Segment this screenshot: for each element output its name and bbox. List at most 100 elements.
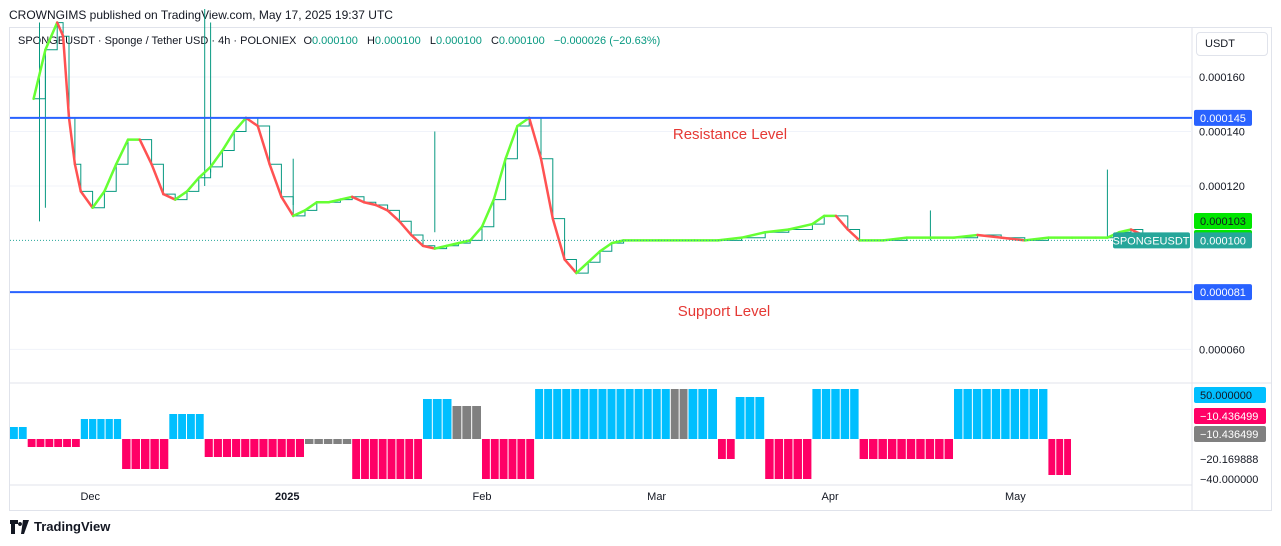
osc-bar <box>1048 439 1056 475</box>
osc-bar <box>472 406 481 439</box>
time-tick-label: 2025 <box>275 491 299 503</box>
osc-bar <box>63 439 71 447</box>
osc-bar <box>698 389 708 439</box>
ma-segment <box>551 217 566 261</box>
osc-bar <box>963 389 972 439</box>
osc-bar <box>323 439 333 444</box>
osc-bar <box>897 439 906 459</box>
osc-bar <box>784 439 793 479</box>
osc-bar <box>432 399 442 439</box>
osc-bar <box>452 406 462 439</box>
osc-bar <box>553 389 562 439</box>
osc-bar <box>80 419 89 439</box>
price-label-text: 0.000145 <box>1200 113 1246 125</box>
osc-bar <box>688 389 698 439</box>
time-tick-label: Mar <box>647 491 666 503</box>
osc-bar <box>54 439 63 447</box>
osc-bar <box>517 439 526 479</box>
ma-segment <box>575 260 590 275</box>
ma-segment <box>67 116 77 166</box>
osc-bar <box>1064 439 1071 475</box>
time-tick-label: Apr <box>822 491 839 503</box>
osc-bar <box>250 439 259 457</box>
osc-bar <box>187 414 195 439</box>
ma-segment <box>539 157 555 220</box>
price-label-text: 0.000103 <box>1200 216 1246 228</box>
osc-bar <box>241 439 250 457</box>
osc-bar <box>105 419 113 439</box>
osc-bar <box>490 439 499 479</box>
osc-bar <box>342 439 352 444</box>
osc-bar <box>607 389 616 439</box>
osc-bar <box>718 439 726 459</box>
osc-bar <box>259 439 268 457</box>
osc-bar <box>526 439 535 479</box>
osc-bar <box>314 439 323 444</box>
time-tick-label: Dec <box>80 491 100 503</box>
osc-bar <box>544 389 553 439</box>
ma-segment <box>173 190 189 201</box>
osc-bar <box>195 414 204 439</box>
osc-bar <box>89 419 97 439</box>
osc-bar <box>643 389 652 439</box>
osc-bar <box>887 439 897 459</box>
osc-bar <box>499 439 508 479</box>
osc-bar <box>333 439 342 444</box>
price-tick-label: 0.000140 <box>1199 126 1245 138</box>
osc-bar <box>122 439 131 469</box>
osc-bar <box>679 389 688 439</box>
ma-segment <box>504 124 519 160</box>
support-label: Support Level <box>678 303 771 320</box>
osc-tick-label: −10.436499 <box>1200 411 1258 423</box>
ma-segment <box>44 21 59 52</box>
osc-bar <box>840 389 850 439</box>
osc-bar <box>423 399 432 439</box>
osc-bar <box>745 397 755 439</box>
osc-bar <box>831 389 840 439</box>
osc-bar <box>708 389 717 439</box>
osc-bar <box>295 439 304 457</box>
tradingview-footer[interactable]: TradingView <box>10 519 110 534</box>
ma-segment <box>834 214 850 231</box>
price-tick-label: 0.000060 <box>1199 344 1245 356</box>
ma-segment <box>162 192 177 201</box>
symbol-tag-text: SPONGEUSDT <box>1112 235 1189 247</box>
osc-bar <box>277 439 286 457</box>
osc-tick-label: −10.436499 <box>1200 429 1258 441</box>
osc-bar <box>178 414 186 439</box>
price-tick-label: 0.000160 <box>1199 72 1245 84</box>
osc-bar <box>580 389 589 439</box>
osc-bar <box>991 389 1001 439</box>
osc-bar <box>414 439 422 479</box>
ma-segment <box>787 222 814 231</box>
osc-bar <box>361 439 369 479</box>
osc-bar <box>812 389 821 439</box>
osc-bar <box>670 389 679 439</box>
ma-segment <box>150 162 165 196</box>
osc-bar <box>735 397 745 439</box>
ma-segment <box>268 162 283 199</box>
ma-segment <box>740 230 767 239</box>
ma-segment <box>516 116 531 128</box>
osc-bar <box>159 439 169 469</box>
osc-bar <box>878 439 887 459</box>
tradingview-logo-icon <box>10 519 29 534</box>
osc-bar <box>10 427 18 439</box>
osc-bar <box>352 439 361 479</box>
ma-segment <box>846 228 861 242</box>
osc-bar <box>821 389 831 439</box>
osc-bar <box>222 439 232 457</box>
tradingview-brand: TradingView <box>34 519 111 534</box>
price-tick-label: 0.000120 <box>1199 181 1245 193</box>
osc-bar <box>774 439 784 479</box>
ma-segment <box>73 162 83 193</box>
osc-bar <box>442 399 452 439</box>
osc-bar <box>535 389 544 439</box>
osc-bar <box>36 439 45 447</box>
osc-bar <box>869 439 878 459</box>
price-label-text: 0.000081 <box>1200 287 1246 299</box>
osc-bar <box>45 439 54 447</box>
ma-segment <box>291 209 307 218</box>
osc-bar <box>27 439 36 447</box>
ma-segment <box>280 195 295 218</box>
